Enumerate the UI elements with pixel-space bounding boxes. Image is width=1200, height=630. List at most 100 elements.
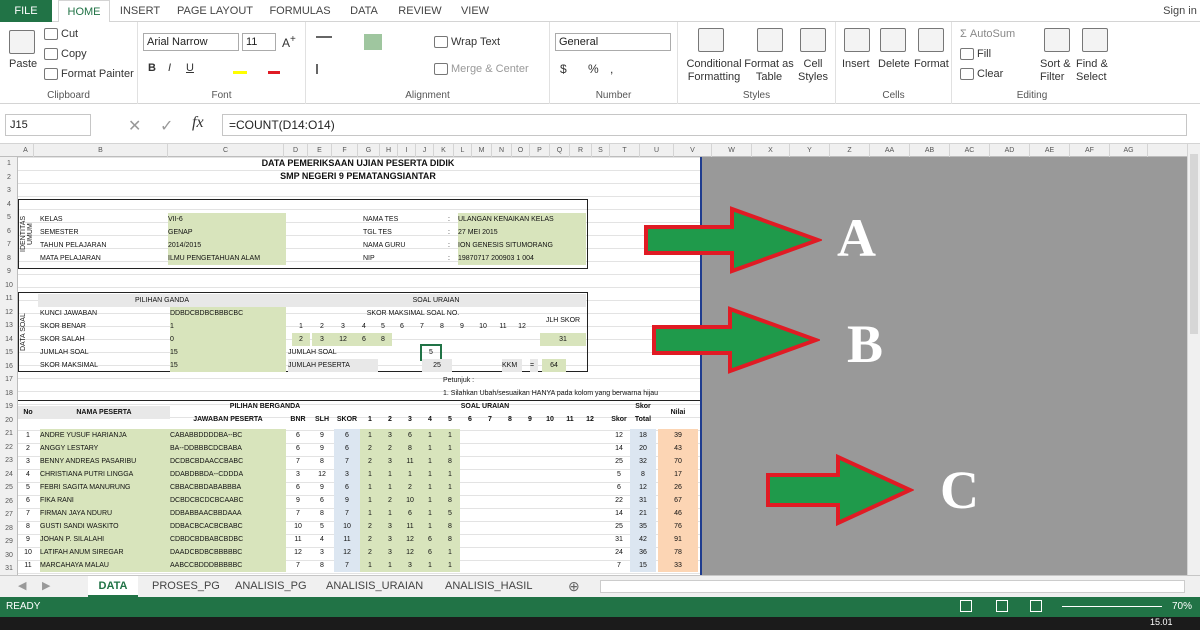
currency-icon[interactable]: $ [560, 62, 567, 76]
worksheet-grid[interactable]: DATA PEMERIKSAAN UJIAN PESERTA DIDIK SMP… [18, 157, 700, 575]
sheet-tab-proses-pg[interactable]: PROSES_PG [152, 576, 220, 597]
name-box[interactable]: J15 [5, 114, 91, 136]
grow-font-icon[interactable]: A+ [282, 34, 296, 50]
sign-in-link[interactable]: Sign in [1160, 0, 1200, 22]
tab-formulas[interactable]: FORMULAS [265, 0, 335, 22]
sort-filter-button[interactable]: Sort & Filter [1040, 58, 1076, 84]
row-header[interactable]: 4 [0, 198, 18, 211]
row-header[interactable]: 14 [0, 333, 18, 346]
autosum-button[interactable]: Σ AutoSum [960, 28, 1015, 40]
row-header[interactable]: 2 [0, 171, 18, 184]
top-align-icon[interactable] [316, 36, 332, 48]
column-header[interactable]: L [454, 144, 472, 157]
paste-button[interactable]: Paste [9, 58, 37, 70]
insert-button[interactable]: Insert [842, 58, 870, 70]
column-header[interactable]: H [380, 144, 398, 157]
tab-data[interactable]: DATA [343, 0, 385, 22]
column-header[interactable]: Q [550, 144, 570, 157]
bold-button[interactable]: B [148, 62, 156, 74]
format-button[interactable]: Format [914, 58, 949, 70]
paste-icon[interactable] [9, 30, 35, 54]
column-header[interactable]: AC [950, 144, 990, 157]
row-header[interactable]: 22 [0, 441, 18, 454]
page-layout-view-icon[interactable] [996, 600, 1008, 612]
column-header[interactable]: X [752, 144, 790, 157]
row-header[interactable]: 17 [0, 373, 18, 386]
selected-cell-j15[interactable]: 5 [420, 344, 442, 361]
sort-filter-icon[interactable] [1044, 28, 1070, 52]
font-size-select[interactable]: 11 [242, 33, 276, 51]
column-header[interactable]: E [308, 144, 332, 157]
cell-styles-icon[interactable] [800, 28, 826, 52]
clear-button[interactable]: Clear [960, 68, 1003, 81]
column-header[interactable]: F [332, 144, 358, 157]
tab-next-icon[interactable]: ▶ [42, 576, 50, 597]
row-header[interactable]: 6 [0, 225, 18, 238]
delete-button[interactable]: Delete [878, 58, 910, 70]
tab-home[interactable]: HOME [58, 0, 110, 23]
comma-button[interactable]: , [610, 62, 613, 76]
column-header[interactable]: P [530, 144, 550, 157]
normal-view-icon[interactable] [960, 600, 972, 612]
column-header[interactable]: Y [790, 144, 830, 157]
wrap-text-button[interactable]: Wrap Text [434, 36, 500, 49]
row-header[interactable]: 26 [0, 495, 18, 508]
row-header[interactable]: 18 [0, 387, 18, 400]
row-header[interactable]: 9 [0, 265, 18, 278]
row-header[interactable]: 11 [0, 292, 18, 305]
delete-cells-icon[interactable] [880, 28, 906, 52]
middle-align-icon[interactable] [364, 34, 382, 50]
format-painter-button[interactable]: Format Painter [44, 68, 134, 81]
column-header[interactable]: G [358, 144, 380, 157]
tab-review[interactable]: REVIEW [395, 0, 445, 22]
format-as-table-icon[interactable] [757, 28, 783, 52]
row-header[interactable]: 7 [0, 238, 18, 251]
column-header[interactable]: AB [910, 144, 950, 157]
zoom-level[interactable]: 70% [1172, 601, 1192, 612]
font-color-icon[interactable] [268, 60, 280, 74]
row-header[interactable]: 31 [0, 562, 18, 575]
row-header[interactable]: 29 [0, 535, 18, 548]
row-header[interactable]: 12 [0, 306, 18, 319]
column-header[interactable]: J [416, 144, 434, 157]
column-header[interactable]: S [592, 144, 610, 157]
column-header[interactable]: U [640, 144, 674, 157]
row-header[interactable]: 23 [0, 454, 18, 467]
row-header[interactable]: 20 [0, 414, 18, 427]
row-header[interactable]: 15 [0, 346, 18, 359]
vertical-scrollbar[interactable] [1187, 144, 1200, 575]
column-header[interactable]: AG [1110, 144, 1148, 157]
cut-button[interactable]: Cut [44, 28, 78, 41]
horizontal-scrollbar[interactable] [600, 580, 1185, 593]
align-left-icon[interactable] [316, 64, 332, 74]
font-name-select[interactable]: Arial Narrow [143, 33, 239, 51]
column-header[interactable]: O [512, 144, 530, 157]
row-header[interactable]: 3 [0, 184, 18, 197]
format-as-table-button[interactable]: Format as Table [744, 58, 794, 84]
insert-cells-icon[interactable] [844, 28, 870, 52]
formula-input[interactable]: =COUNT(D14:O14) [222, 114, 1187, 136]
enter-icon[interactable]: ✓ [160, 116, 173, 136]
row-header[interactable]: 8 [0, 252, 18, 265]
underline-button[interactable]: U [186, 62, 194, 74]
percent-button[interactable]: % [588, 62, 599, 76]
find-select-button[interactable]: Find & Select [1076, 58, 1112, 84]
fill-color-icon[interactable] [233, 60, 247, 74]
row-header[interactable]: 30 [0, 549, 18, 562]
column-header[interactable]: AF [1070, 144, 1110, 157]
row-header[interactable]: 16 [0, 360, 18, 373]
row-header[interactable]: 1 [0, 157, 18, 170]
find-binoculars-icon[interactable] [1082, 28, 1108, 52]
conditional-formatting-button[interactable]: Conditional Formatting [681, 58, 747, 84]
column-header[interactable]: AD [990, 144, 1030, 157]
row-header[interactable]: 28 [0, 522, 18, 535]
tab-prev-icon[interactable]: ◀ [18, 576, 26, 597]
merge-center-button[interactable]: Merge & Center [434, 63, 529, 76]
tab-view[interactable]: VIEW [455, 0, 495, 22]
row-header[interactable]: 25 [0, 481, 18, 494]
row-header[interactable]: 24 [0, 468, 18, 481]
tab-page-layout[interactable]: PAGE LAYOUT [175, 0, 255, 22]
column-header[interactable]: T [610, 144, 640, 157]
column-header[interactable]: Z [830, 144, 870, 157]
column-header[interactable]: W [712, 144, 752, 157]
